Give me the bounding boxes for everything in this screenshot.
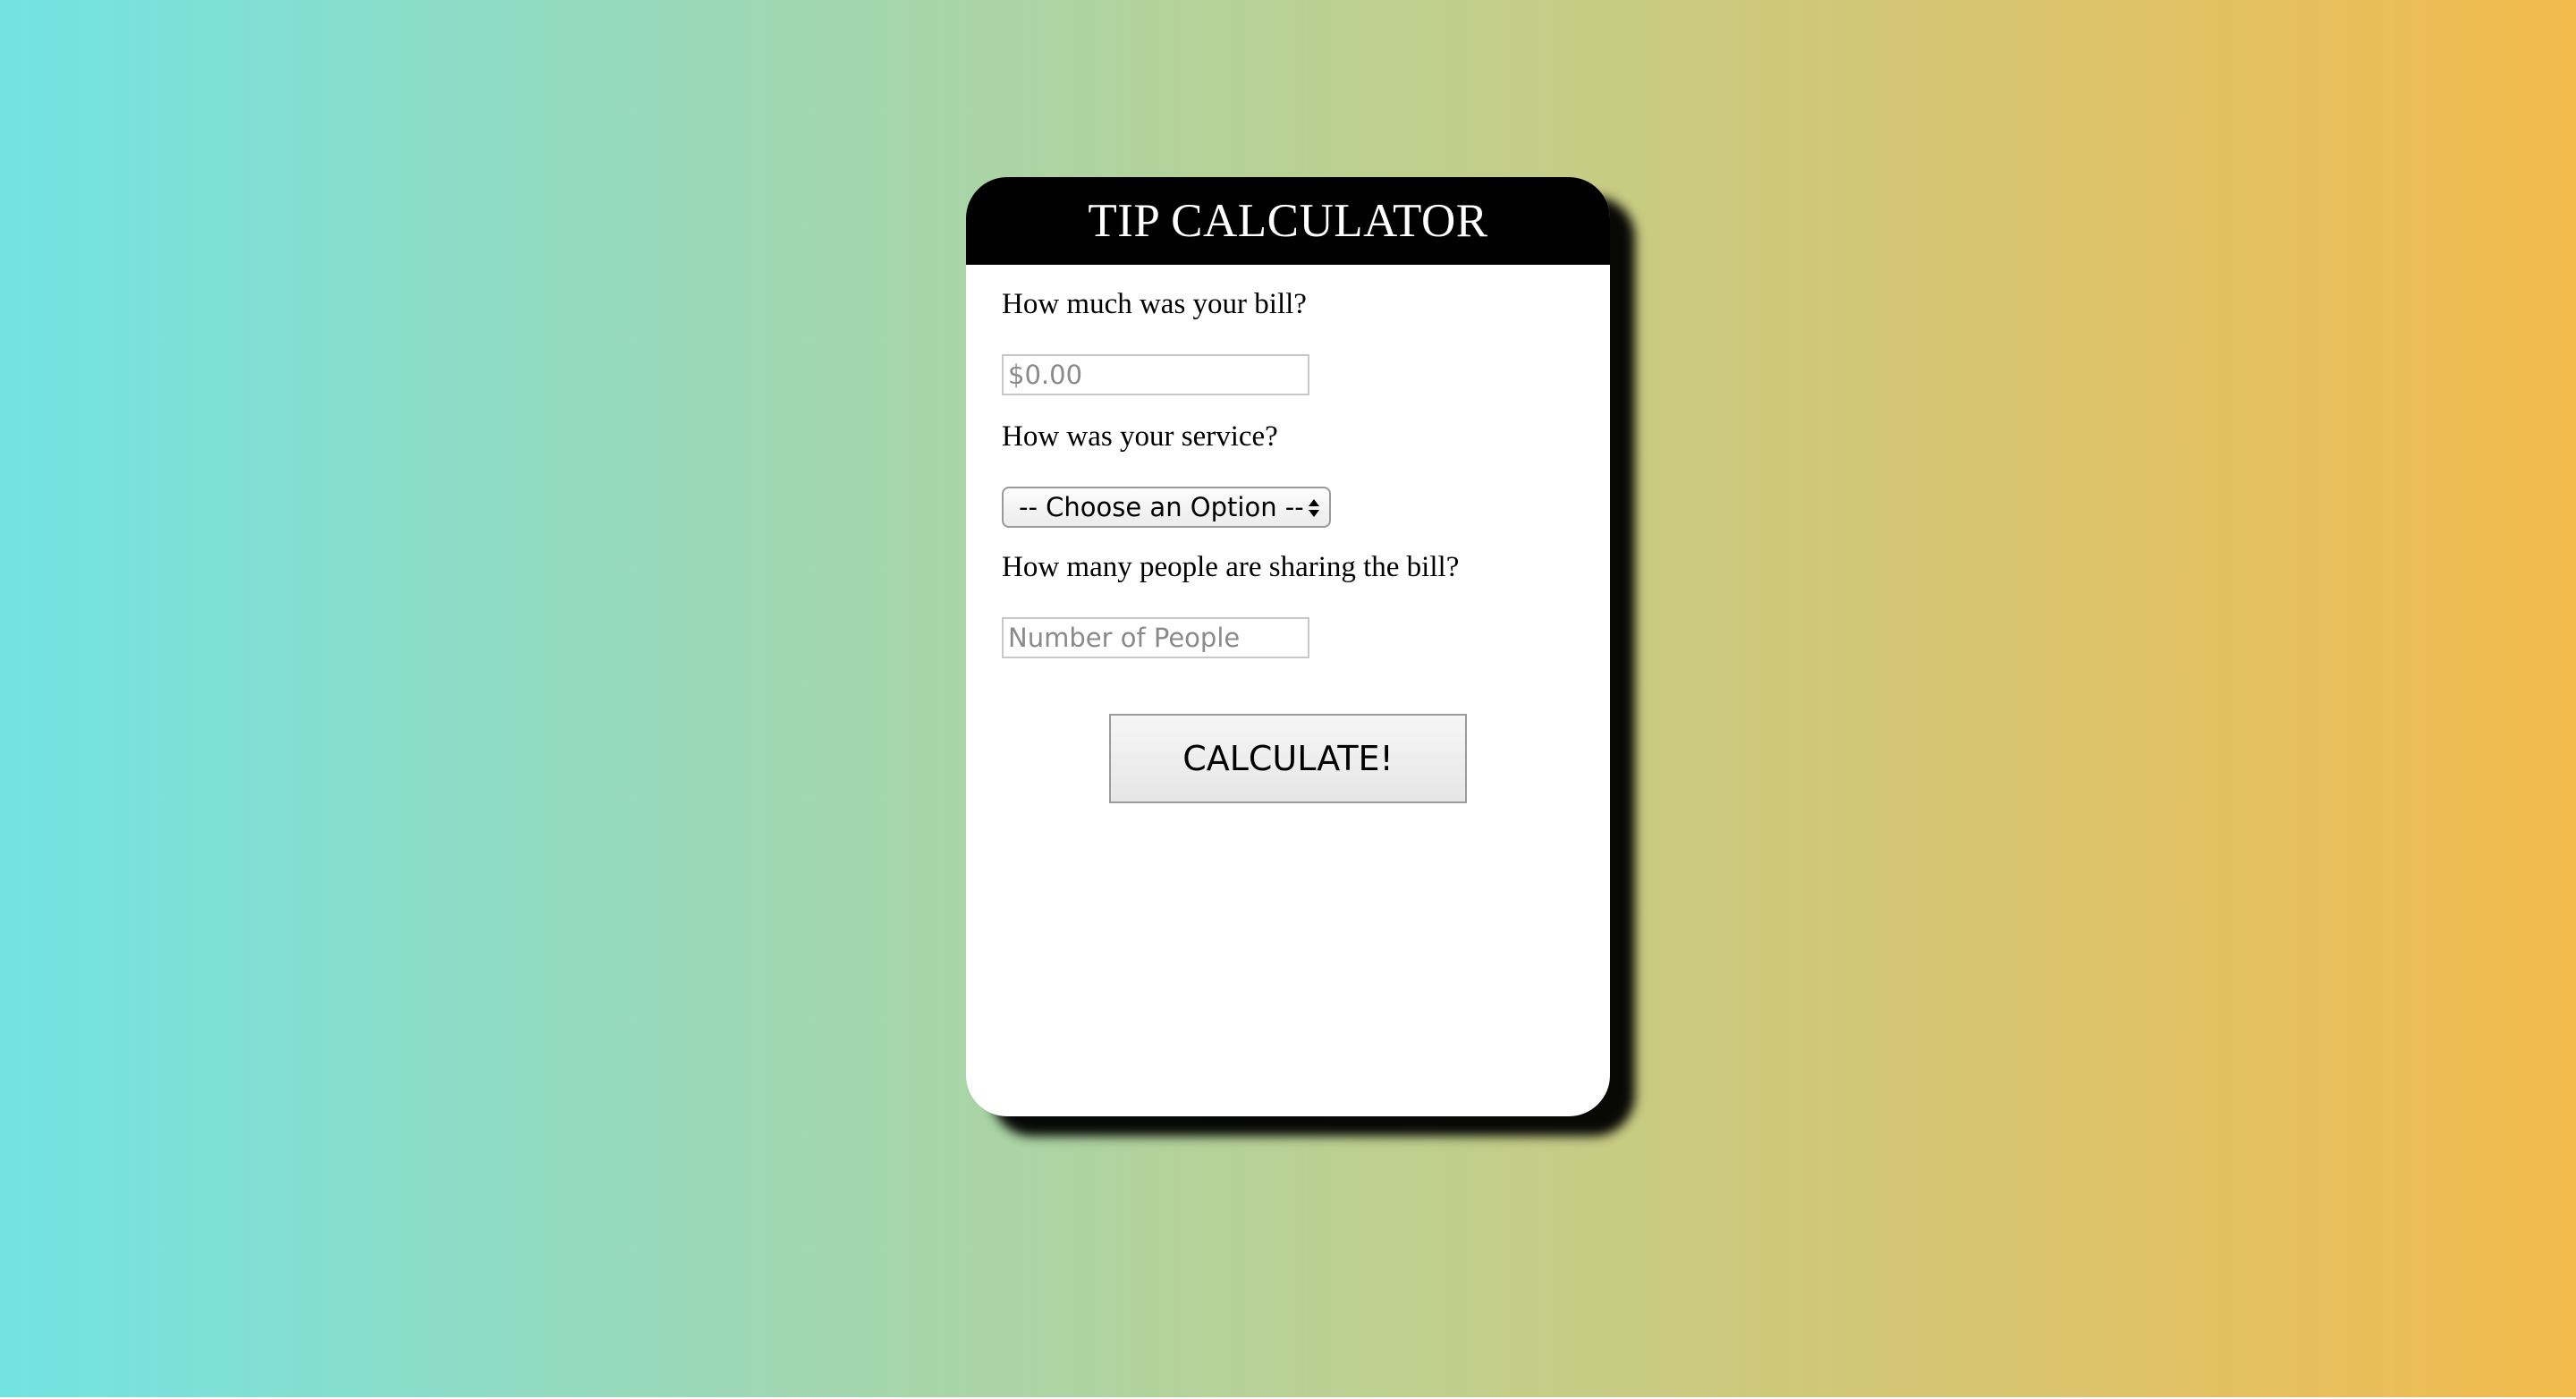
bill-label: How much was your bill? [1002, 288, 1307, 320]
number-of-people-input[interactable] [1002, 617, 1309, 658]
card-header: TIP CALCULATOR [966, 177, 1610, 265]
calculate-button[interactable]: CALCULATE! [1109, 714, 1467, 803]
bill-amount-input[interactable] [1002, 354, 1309, 395]
page-title: TIP CALCULATOR [1088, 195, 1488, 247]
service-select-value: -- Choose an Option -- [1019, 492, 1304, 522]
tip-calculator-card: TIP CALCULATOR How much was your bill? H… [966, 177, 1610, 1116]
service-label: How was your service? [1002, 420, 1278, 453]
people-label: How many people are sharing the bill? [1002, 551, 1460, 583]
service-select[interactable]: -- Choose an Option -- [1002, 487, 1331, 528]
chevron-up-down-icon [1309, 499, 1319, 517]
